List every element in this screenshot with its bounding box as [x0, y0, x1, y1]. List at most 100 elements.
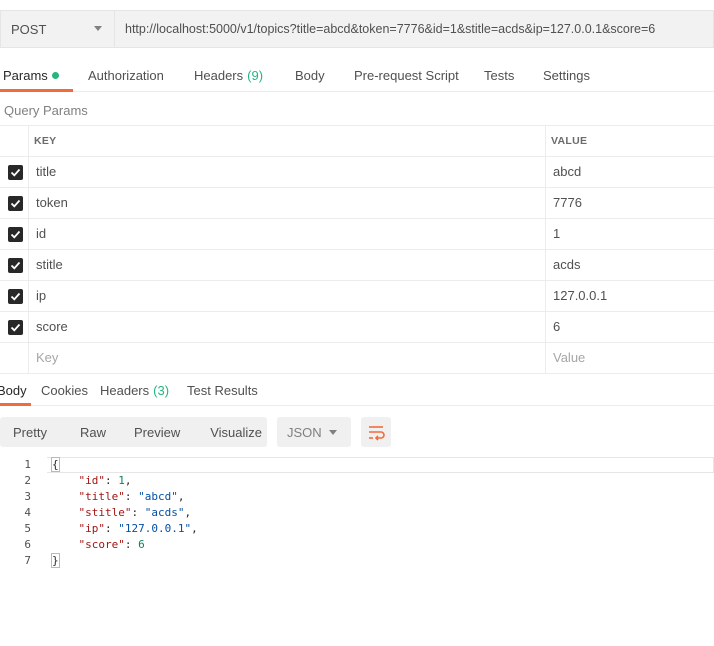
- tab-count: (3): [153, 382, 170, 398]
- param-key[interactable]: score: [36, 312, 68, 342]
- tab-label: Settings: [543, 67, 590, 83]
- row-checkbox[interactable]: [8, 320, 23, 335]
- table-row-new: Key Value: [0, 343, 714, 374]
- json-brace: }: [51, 553, 60, 568]
- check-icon: [10, 230, 21, 239]
- check-icon: [10, 292, 21, 301]
- line-number: 4: [24, 506, 31, 519]
- line-number: 1: [24, 458, 31, 471]
- param-value[interactable]: acds: [553, 250, 580, 280]
- json-key: "score": [78, 538, 125, 551]
- row-checkbox[interactable]: [8, 258, 23, 273]
- json-value: "acds": [144, 506, 185, 519]
- value-column-header: VALUE: [551, 135, 588, 147]
- tab-label: Authorization: [88, 67, 164, 83]
- param-key[interactable]: token: [36, 188, 68, 218]
- params-table-header: KEY VALUE: [0, 126, 714, 157]
- param-key[interactable]: ip: [36, 281, 46, 311]
- code-line: 1 {: [0, 457, 714, 473]
- response-toolbar: Pretty Raw Preview Visualize: [0, 417, 267, 447]
- method-label: POST: [11, 21, 47, 37]
- new-value-input[interactable]: Value: [553, 343, 585, 373]
- key-column-header: KEY: [34, 135, 57, 147]
- query-params-title: Query Params: [4, 103, 88, 118]
- row-checkbox[interactable]: [8, 227, 23, 242]
- param-value[interactable]: abcd: [553, 157, 581, 187]
- json-key: "ip": [78, 522, 106, 535]
- table-row: token 7776: [0, 188, 714, 219]
- tab-label: Body: [295, 67, 325, 83]
- json-key: "title": [78, 490, 125, 503]
- param-value[interactable]: 1: [553, 219, 560, 249]
- url-input[interactable]: http://localhost:5000/v1/topics?title=ab…: [114, 10, 714, 48]
- json-value: 1: [118, 474, 125, 487]
- active-dot-icon: [51, 71, 59, 79]
- check-icon: [10, 261, 21, 270]
- active-tab-indicator: [0, 403, 31, 406]
- code-line: 4 "stitle": "acds",: [0, 505, 714, 521]
- tab-headers[interactable]: Headers (9): [194, 58, 263, 92]
- line-number: 2: [24, 474, 31, 487]
- code-line: 3 "title": "abcd",: [0, 489, 714, 505]
- params-table: KEY VALUE title abcd token 7776 id 1 sti…: [0, 125, 714, 374]
- tab-label: Pre-request Script: [354, 67, 459, 83]
- tab-authorization[interactable]: Authorization: [88, 58, 164, 92]
- line-number: 7: [24, 554, 31, 567]
- param-key[interactable]: id: [36, 219, 46, 249]
- param-key[interactable]: stitle: [36, 250, 63, 280]
- view-raw[interactable]: Raw: [60, 425, 119, 440]
- param-value[interactable]: 6: [553, 312, 560, 342]
- tab-pre-request-script[interactable]: Pre-request Script: [354, 58, 459, 92]
- format-label: JSON: [287, 424, 322, 440]
- tab-response-body[interactable]: Body: [0, 373, 27, 407]
- response-body-viewer[interactable]: 1 { 2 "id": 1, 3 "title": "abcd", 4 "sti…: [0, 457, 714, 569]
- row-checkbox[interactable]: [8, 289, 23, 304]
- json-value: 6: [138, 538, 145, 551]
- line-number: 3: [24, 490, 31, 503]
- chevron-down-icon: [94, 26, 102, 31]
- json-value: "127.0.0.1": [118, 522, 192, 535]
- tab-tests[interactable]: Tests: [484, 58, 514, 92]
- tab-body[interactable]: Body: [295, 58, 325, 92]
- row-checkbox[interactable]: [8, 196, 23, 211]
- json-value: "abcd": [138, 490, 178, 503]
- wrap-lines-icon: [369, 426, 385, 441]
- param-key[interactable]: title: [36, 157, 56, 187]
- new-key-input[interactable]: Key: [36, 343, 58, 373]
- method-select[interactable]: POST: [0, 10, 114, 48]
- view-pretty[interactable]: Pretty: [0, 425, 60, 440]
- current-line-highlight: [47, 457, 714, 473]
- tab-params[interactable]: Params: [3, 58, 59, 92]
- check-icon: [10, 199, 21, 208]
- table-row: ip 127.0.0.1: [0, 281, 714, 312]
- tab-label: Params: [3, 67, 48, 83]
- table-row: id 1: [0, 219, 714, 250]
- code-line: 6 "score": 6: [0, 537, 714, 553]
- table-row: title abcd: [0, 157, 714, 188]
- tab-label: Body: [0, 382, 27, 398]
- view-visualize[interactable]: Visualize: [193, 425, 275, 440]
- active-tab-indicator: [0, 89, 73, 92]
- param-value[interactable]: 127.0.0.1: [553, 281, 607, 311]
- json-key: "stitle": [78, 506, 132, 519]
- request-bar: POST http://localhost:5000/v1/topics?tit…: [0, 10, 714, 48]
- tab-test-results[interactable]: Test Results: [187, 373, 258, 407]
- tab-cookies[interactable]: Cookies: [41, 373, 88, 407]
- code-line: 7 }: [0, 553, 714, 569]
- param-value[interactable]: 7776: [553, 188, 582, 218]
- chevron-down-icon: [329, 430, 337, 435]
- format-select[interactable]: JSON: [277, 417, 351, 447]
- tab-label: Tests: [484, 67, 515, 83]
- json-key: "id": [78, 474, 106, 487]
- response-tabs: Body Cookies Headers (3) Test Results: [0, 373, 714, 406]
- tab-label: Cookies: [41, 382, 88, 398]
- view-preview[interactable]: Preview: [119, 425, 193, 440]
- tab-settings[interactable]: Settings: [543, 58, 590, 92]
- tab-response-headers[interactable]: Headers (3): [100, 373, 169, 407]
- json-brace: {: [51, 457, 60, 472]
- row-checkbox[interactable]: [8, 165, 23, 180]
- code-line: 5 "ip": "127.0.0.1",: [0, 521, 714, 537]
- tab-count: (9): [247, 67, 264, 83]
- table-row: score 6: [0, 312, 714, 343]
- wrap-lines-button[interactable]: [361, 417, 391, 447]
